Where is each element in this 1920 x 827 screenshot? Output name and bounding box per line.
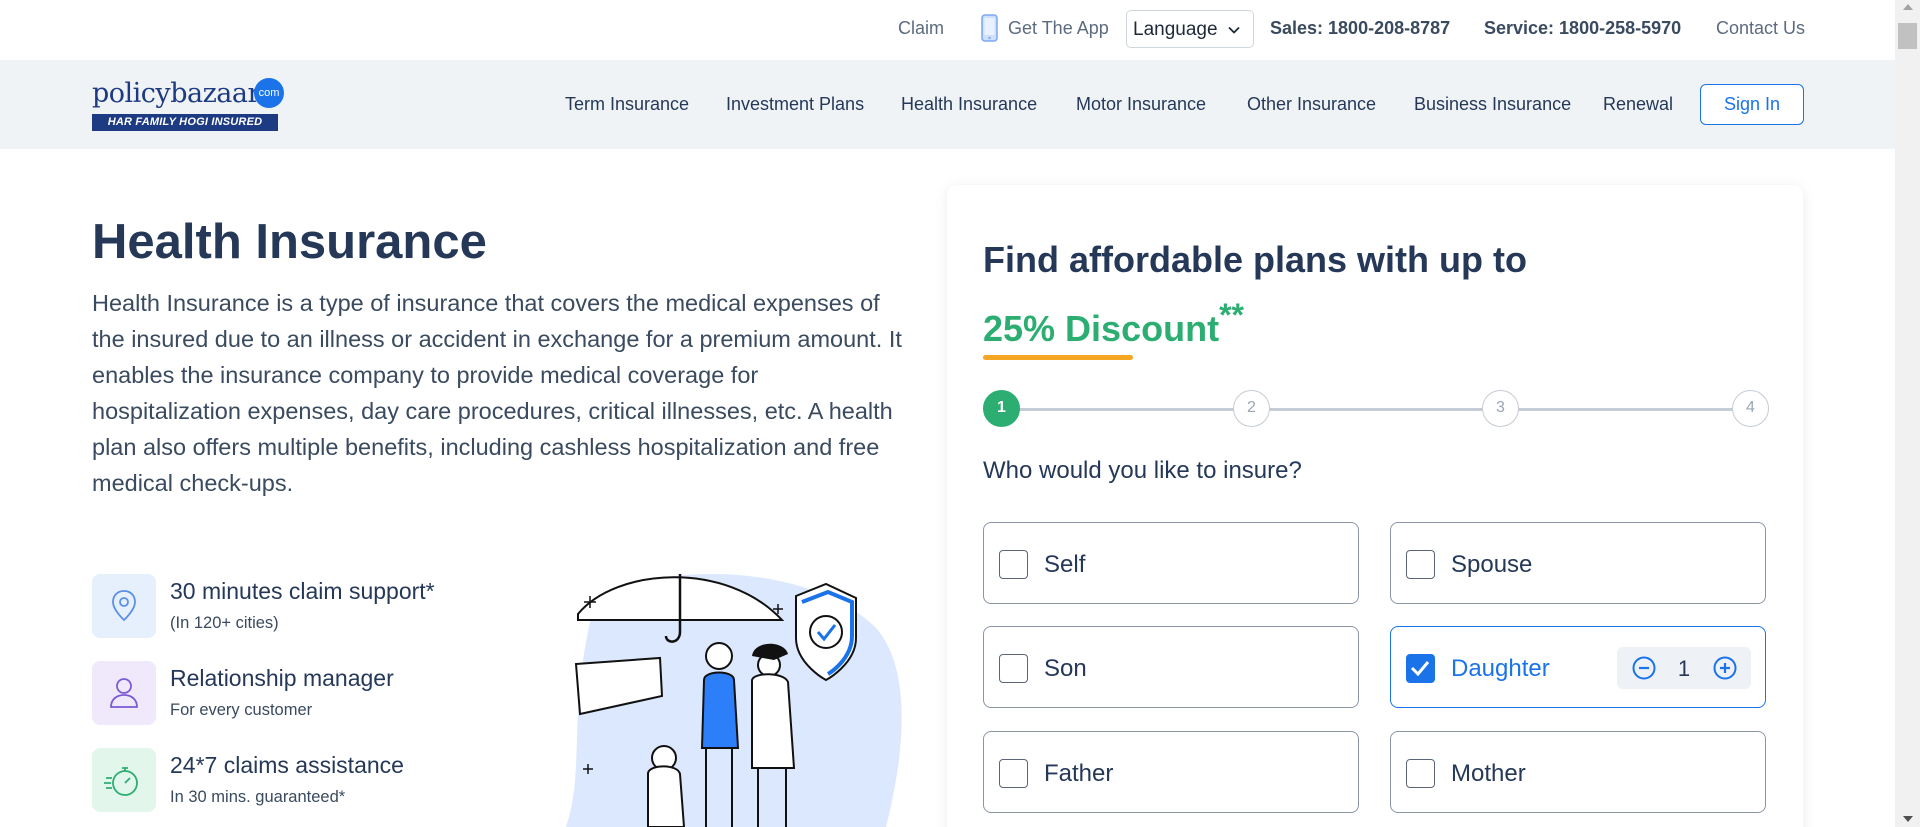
stopwatch-icon [92,748,156,812]
feature-claims-assistance: 24*7 claims assistance In 30 mins. guara… [92,748,552,812]
sales-phone[interactable]: Sales: 1800-208-8787 [1270,18,1450,39]
claim-link[interactable]: Claim [898,18,944,39]
nav-motor-insurance[interactable]: Motor Insurance [1076,94,1206,115]
step-4: 4 [1732,390,1769,427]
nav-other-insurance[interactable]: Other Insurance [1247,94,1376,115]
daughter-count: 1 [1677,656,1691,681]
family-umbrella-illustration [566,574,902,827]
service-phone[interactable]: Service: 1800-258-5970 [1484,18,1681,39]
member-label: Mother [1451,760,1526,787]
scroll-up-arrow-icon[interactable] [1903,4,1913,10]
member-option-mother[interactable]: Mother [1390,731,1766,813]
form-heading: Find affordable plans with up to [983,239,1527,280]
logo-wordmark: policybazaar [92,78,260,109]
quote-form-card: Find affordable plans with up to 25% Dis… [947,185,1803,827]
feature-subtitle: (In 120+ cities) [170,614,279,632]
page-scrollbar[interactable] [1895,0,1920,827]
contact-us-link[interactable]: Contact Us [1716,18,1805,39]
member-option-spouse[interactable]: Spouse [1390,522,1766,604]
scroll-down-arrow-icon[interactable] [1903,816,1913,822]
checkmark-icon [1410,661,1430,677]
feature-claim-support: 30 minutes claim support* (In 120+ citie… [92,574,552,638]
step-3: 3 [1482,390,1519,427]
step-2: 2 [1233,390,1270,427]
member-checkbox[interactable] [1406,550,1435,579]
plus-circle-icon[interactable] [1713,656,1737,680]
person-icon [92,661,156,725]
member-option-daughter[interactable]: Daughter 1 [1390,626,1766,708]
utility-bar: Claim Get The App Language Sales: 1800-2… [0,0,1895,60]
nav-investment-plans[interactable]: Investment Plans [726,94,864,115]
nav-renewal[interactable]: Renewal [1603,94,1673,115]
logo-tagline: HAR FAMILY HOGI INSURED [92,114,278,131]
member-checkbox[interactable] [999,654,1028,683]
main-navbar: policybazaar com HAR FAMILY HOGI INSURED… [0,60,1895,149]
member-label: Son [1044,655,1087,682]
discount-text: 25% Discount** [983,297,1244,350]
insure-question: Who would you like to insure? [983,457,1302,484]
member-label: Spouse [1451,551,1533,578]
member-label: Daughter [1451,655,1550,682]
policybazaar-logo[interactable]: policybazaar com HAR FAMILY HOGI INSURED [92,78,292,134]
nav-business-insurance[interactable]: Business Insurance [1414,94,1571,115]
feature-subtitle: In 30 mins. guaranteed* [170,788,346,806]
member-label: Self [1044,551,1086,578]
logo-dotcom-badge: com [254,78,284,108]
language-select-value: Language [1133,19,1218,40]
progress-stepper: 1 2 3 4 [983,390,1769,428]
page-description: Health Insurance is a type of insurance … [92,290,902,496]
language-select[interactable]: Language [1126,10,1254,48]
feature-relationship-manager: Relationship manager For every customer [92,661,552,725]
discount-value: 25% Discount [983,308,1220,349]
chevron-down-icon [1228,26,1240,34]
heading-underline [983,355,1133,360]
member-checkbox[interactable] [999,550,1028,579]
member-option-self[interactable]: Self [983,522,1359,604]
scroll-thumb[interactable] [1898,23,1917,49]
feature-title: Relationship manager [170,665,394,691]
mobile-phone-icon[interactable] [981,14,998,42]
member-checkbox[interactable] [999,759,1028,788]
discount-mark: ** [1219,297,1244,333]
member-checkbox[interactable] [1406,654,1435,683]
member-label: Father [1044,760,1114,787]
page-title: Health Insurance [92,215,487,269]
location-pin-icon [92,574,156,638]
daughter-count-stepper: 1 [1617,647,1751,689]
get-app-link[interactable]: Get The App [1008,18,1109,39]
minus-circle-icon[interactable] [1632,656,1656,680]
sign-in-button[interactable]: Sign In [1700,84,1804,125]
member-option-son[interactable]: Son [983,626,1359,708]
nav-term-insurance[interactable]: Term Insurance [565,94,689,115]
nav-health-insurance[interactable]: Health Insurance [901,94,1037,115]
member-option-father[interactable]: Father [983,731,1359,813]
stepper-track [1001,408,1751,411]
feature-subtitle: For every customer [170,701,313,719]
step-1: 1 [983,390,1020,427]
feature-title: 24*7 claims assistance [170,752,404,778]
feature-title: 30 minutes claim support* [170,578,435,604]
member-checkbox[interactable] [1406,759,1435,788]
